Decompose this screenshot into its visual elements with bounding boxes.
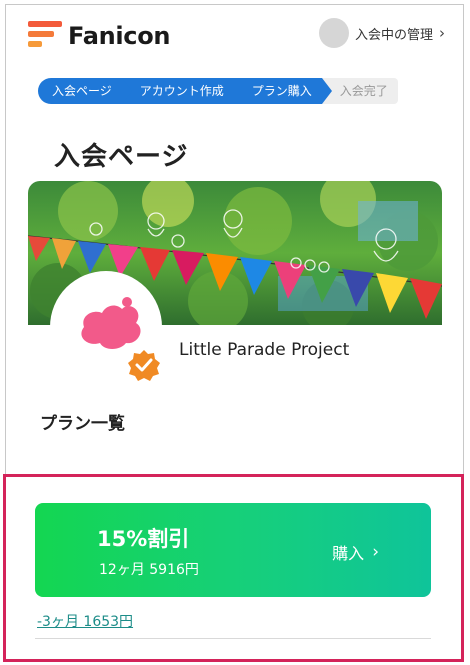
header: Fanicon 入会中の管理 ›	[6, 5, 463, 67]
member-management-label: 入会中の管理	[354, 27, 433, 43]
brand-name: Fanicon	[68, 22, 171, 50]
plan-title: 15%割引	[97, 527, 190, 551]
step-purchase-plan: プラン購入	[233, 78, 332, 104]
step-join-page: 入会ページ	[38, 78, 132, 104]
buy-button[interactable]: 購入 ›	[332, 540, 379, 564]
page-title: 入会ページ	[54, 142, 189, 172]
buy-label: 購入	[332, 544, 365, 563]
step-join-complete: 入会完了	[321, 78, 398, 104]
plan-list-heading: プラン一覧	[40, 414, 125, 434]
fanicon-logo-icon	[28, 21, 62, 51]
user-avatar	[318, 18, 349, 48]
check-badge-icon	[126, 347, 162, 383]
progress-stepper: 入会ページ アカウント作成 プラン購入 入会完了	[38, 78, 398, 104]
alternate-plan-link[interactable]: -3ヶ月 1653円	[37, 611, 133, 631]
featured-plan-card[interactable]: 15%割引 12ヶ月 5916円 購入 ›	[35, 503, 431, 597]
step-create-account: アカウント作成	[121, 78, 244, 104]
plan-price: 12ヶ月 5916円	[99, 562, 199, 578]
chevron-right-icon: ›	[372, 542, 379, 562]
community-name: Little Parade Project	[179, 340, 350, 360]
brand-logo[interactable]: Fanicon	[28, 21, 171, 51]
chevron-right-icon: ›	[439, 24, 445, 42]
divider	[35, 638, 431, 639]
member-management-link[interactable]: 入会中の管理 ›	[318, 18, 445, 48]
